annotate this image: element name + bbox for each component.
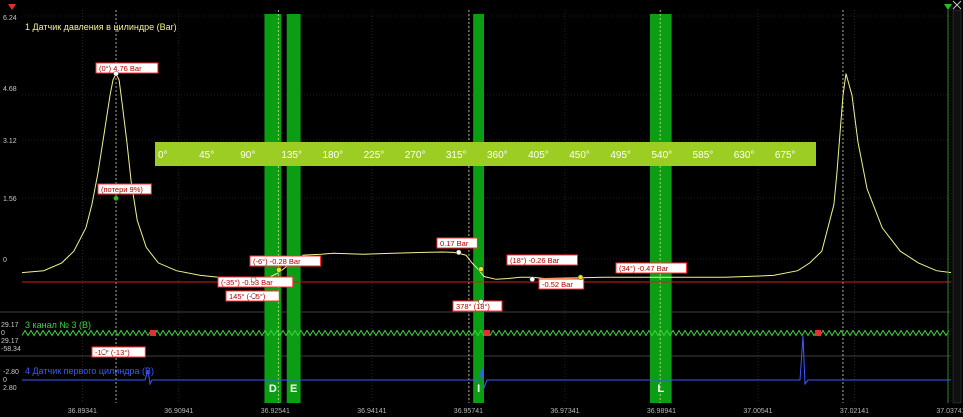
- degree-label: 270°: [405, 150, 426, 161]
- degree-label: 360°: [487, 150, 508, 161]
- ch4-y-tick-label: -2.80: [3, 369, 19, 376]
- annotation-point: [250, 276, 257, 283]
- annotation-point: [250, 293, 257, 299]
- degree-scale-bar: 0° 45° 90° 135° 180° 225° 270° 315° 360° 405° 450°…: [155, 142, 816, 166]
- zone-band-i: [473, 14, 485, 403]
- zone-band-l: [649, 14, 672, 403]
- annotation-point: [478, 299, 484, 305]
- channel-3-marker: [815, 330, 821, 336]
- annotation-point: [113, 195, 119, 201]
- annotation-point: [455, 249, 462, 256]
- annotation-point: [101, 349, 107, 355]
- ch3-y-tick-label: 0: [1, 330, 5, 337]
- ch1-y-tick-label: 6.24: [3, 15, 17, 22]
- oscilloscope-chart[interactable]: D E I L 0° 45° 90° 135° 180° 225° 270° 315° 360° 405…: [0, 0, 963, 417]
- zone-label-i: I: [477, 383, 480, 395]
- annotation-label: (34°) -0.47 Bar: [619, 264, 669, 273]
- channel-4-title: 4 Датчик первого цилиндра (В): [25, 366, 154, 376]
- degree-label: 405°: [528, 150, 549, 161]
- annotation-label: -13° (-13°): [95, 348, 130, 357]
- degree-label: 585°: [693, 150, 714, 161]
- annotation-label: -0.52 Bar: [542, 280, 573, 289]
- zone-label-l: L: [657, 383, 664, 395]
- x-tick-label: 36.92541: [261, 408, 290, 415]
- ch1-y-tick-label: 1.56: [3, 196, 17, 203]
- degree-label: 135°: [281, 150, 302, 161]
- ch4-y-tick-label: 2.80: [3, 385, 17, 392]
- annotation-point: [276, 267, 282, 273]
- channel-3-marker: [484, 330, 490, 336]
- x-tick-label: 36.98941: [647, 408, 676, 415]
- x-tick-label: 37.00541: [743, 408, 772, 415]
- x-tick-label: 36.89341: [68, 408, 97, 415]
- degree-label: 540°: [652, 150, 673, 161]
- ch3-y-tick-label: 29.17: [1, 338, 19, 345]
- degree-label: 45°: [199, 150, 214, 161]
- channel-3-marker: [150, 330, 156, 336]
- x-tick-label: 36.90941: [164, 408, 193, 415]
- x-tick-label: 37.03741: [936, 408, 963, 415]
- degree-label: 90°: [240, 150, 255, 161]
- ch3-y-tick-label: -58.34: [1, 346, 21, 353]
- annotation-label: 0.17 Bar: [440, 239, 469, 248]
- annotation-label: 145° (-35°): [229, 292, 266, 301]
- channel-1-title: 1 Датчик давления в цилиндре (Bar): [25, 22, 177, 32]
- ch1-y-tick-label: 0: [3, 257, 7, 264]
- x-tick-label: 36.95741: [454, 408, 483, 415]
- channel-3-title: 3 канал № 3 (В): [25, 320, 91, 330]
- x-tick-label: 36.97341: [550, 408, 579, 415]
- degree-label: 0°: [158, 150, 168, 161]
- annotation-label: 378° (18°): [456, 302, 490, 311]
- ch3-y-tick-label: 29.17: [1, 322, 19, 329]
- ch1-y-tick-label: 4.68: [3, 86, 17, 93]
- ch1-y-tick-label: 3.12: [3, 138, 17, 145]
- annotation-label: (потери 9%): [101, 185, 143, 194]
- zone-label-d: D: [269, 383, 277, 395]
- annotation-label: (0°) 4.76 Bar: [99, 64, 142, 73]
- ch4-y-tick-label: 0: [3, 377, 7, 384]
- degree-label: 675°: [775, 150, 796, 161]
- right-scrollbar: [952, 9, 962, 404]
- annotation-label: (-35°) -0.53 Bar: [221, 278, 273, 287]
- x-tick-label: 37.02141: [840, 408, 869, 415]
- degree-label: 495°: [610, 150, 631, 161]
- annotation-label: (18°) -0.26 Bar: [510, 256, 560, 265]
- x-tick-label: 36.94141: [357, 408, 386, 415]
- annotation-point: [529, 276, 536, 282]
- zone-label-e: E: [290, 383, 297, 395]
- zone-band-d: [264, 14, 282, 403]
- zone-band-e: [286, 14, 301, 403]
- degree-label: 225°: [364, 150, 385, 161]
- annotation-point: [577, 274, 584, 281]
- annotation-point: [478, 266, 484, 272]
- annotation-label: (-6°) -0.28 Bar: [253, 257, 301, 266]
- annotation-point: [113, 70, 119, 77]
- degree-label: 450°: [569, 150, 590, 161]
- degree-label: 630°: [734, 150, 755, 161]
- degree-label: 315°: [446, 150, 467, 161]
- degree-label: 180°: [323, 150, 344, 161]
